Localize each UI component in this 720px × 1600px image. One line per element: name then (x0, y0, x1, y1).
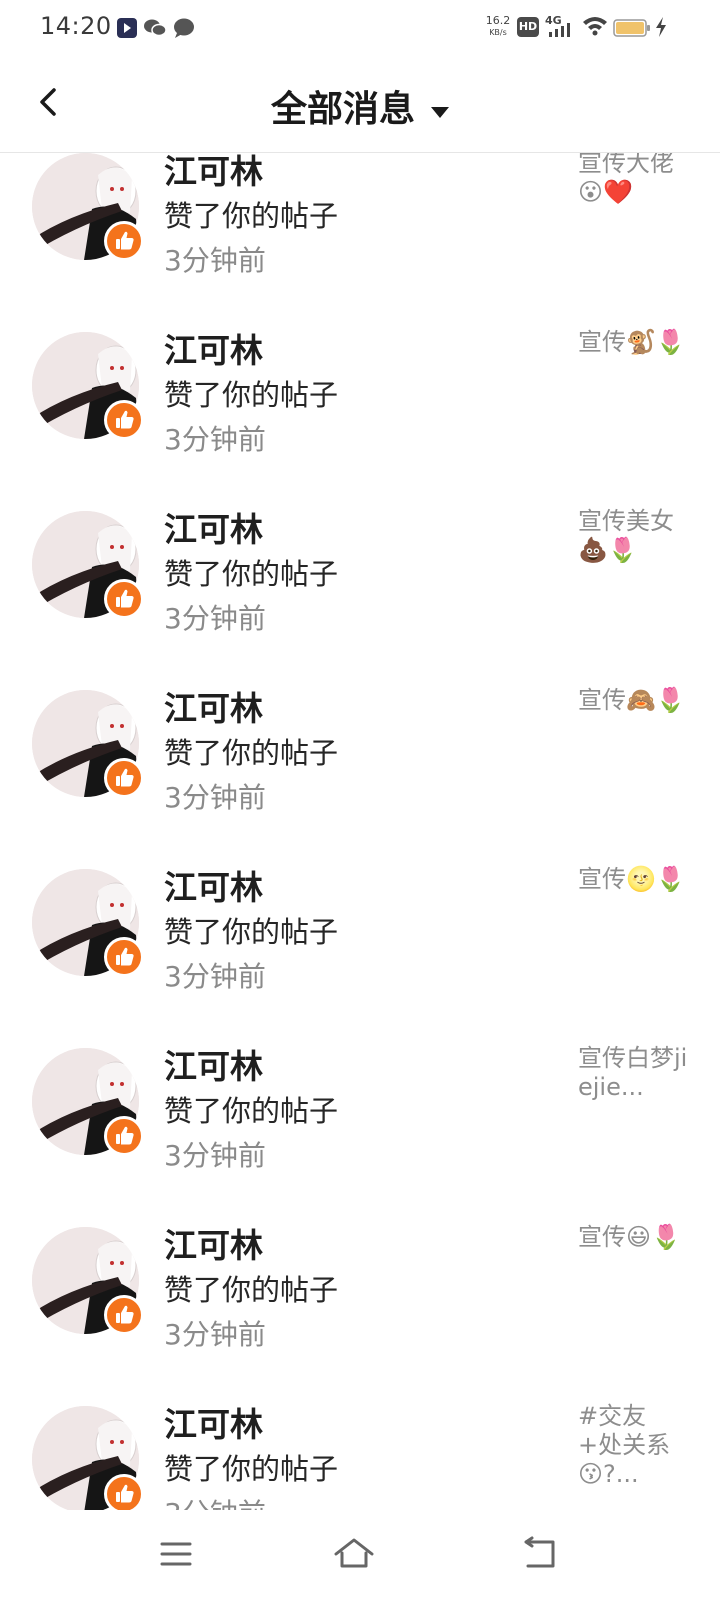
title-dropdown[interactable]: 全部消息 (0, 80, 720, 132)
wechat-icon (143, 17, 167, 43)
timestamp: 3分钟前 (164, 423, 266, 456)
thumbs-up-icon (116, 768, 134, 787)
action-text: 赞了你的帖子 (164, 915, 339, 949)
thumbs-up-icon (116, 1305, 134, 1324)
sender-name[interactable]: 江可林 (164, 861, 263, 909)
action-text: 赞了你的帖子 (164, 736, 339, 770)
timestamp: 3分钟前 (164, 781, 266, 814)
battery-icon (613, 18, 651, 42)
caret-down-icon (431, 107, 449, 118)
home-icon (334, 1538, 374, 1568)
status-time: 14:20 (40, 12, 112, 40)
page-title: 全部消息 (270, 89, 415, 130)
thumbs-up-icon (116, 589, 134, 608)
timestamp: 3分钟前 (164, 244, 266, 277)
action-text: 赞了你的帖子 (164, 199, 339, 233)
like-badge (104, 1295, 144, 1335)
notification-item[interactable]: 江可林 赞了你的帖子 3分钟前 宣传😃🌷 (0, 1183, 720, 1362)
action-text: 赞了你的帖子 (164, 1452, 339, 1486)
video-app-icon (116, 17, 138, 43)
sender-name[interactable]: 江可林 (164, 503, 263, 551)
thumbs-up-icon (116, 1126, 134, 1145)
wifi-icon (582, 15, 608, 41)
like-badge (104, 937, 144, 977)
action-text: 赞了你的帖子 (164, 1273, 339, 1307)
back-nav-icon (524, 1536, 555, 1568)
hd-icon: HD (517, 17, 539, 37)
post-preview[interactable]: 宣传🙈🌷 (578, 686, 688, 715)
sender-name[interactable]: 江可林 (164, 1398, 263, 1446)
status-bar: 14:20 16.2 KB/s HD 4G (0, 0, 720, 56)
timestamp: 3分钟前 (164, 1318, 266, 1351)
thumbs-up-icon (116, 410, 134, 429)
action-text: 赞了你的帖子 (164, 1094, 339, 1128)
back-nav-button[interactable] (512, 1526, 568, 1582)
sender-name[interactable]: 江可林 (164, 682, 263, 730)
notification-list[interactable]: 江可林 赞了你的帖子 3分钟前 宣传大佬😮❤️ 江可林 赞了你的帖子 3分钟前 (0, 153, 720, 1510)
chat-bubble-icon (172, 17, 196, 43)
system-navigation-bar (0, 1510, 720, 1600)
network-speed: 16.2 KB/s (484, 15, 512, 38)
post-preview[interactable]: 宣传大佬😮❤️ (578, 153, 688, 207)
network-speed-unit: KB/s (489, 28, 507, 37)
action-text: 赞了你的帖子 (164, 378, 339, 412)
like-badge (104, 758, 144, 798)
menu-button[interactable] (148, 1526, 204, 1582)
notification-item[interactable]: 江可林 赞了你的帖子 3分钟前 宣传🙈🌷 (0, 646, 720, 825)
sender-name[interactable]: 江可林 (164, 1219, 263, 1267)
notification-item[interactable]: 江可林 赞了你的帖子 3分钟前 宣传🌝🌷 (0, 825, 720, 1004)
notification-item[interactable]: 江可林 赞了你的帖子 3分钟前 #交友+处关系😗?... (0, 1362, 720, 1510)
action-text: 赞了你的帖子 (164, 557, 339, 591)
like-badge (104, 1474, 144, 1510)
notification-item[interactable]: 江可林 赞了你的帖子 3分钟前 宣传大佬😮❤️ (0, 153, 720, 288)
notification-item[interactable]: 江可林 赞了你的帖子 3分钟前 宣传美女💩🌷 (0, 467, 720, 646)
like-badge (104, 400, 144, 440)
post-preview[interactable]: 宣传🌝🌷 (578, 865, 688, 894)
timestamp: 3分钟前 (164, 1492, 266, 1510)
post-preview[interactable]: 宣传🐒🌷 (578, 328, 688, 357)
timestamp: 3分钟前 (164, 960, 266, 993)
post-preview[interactable]: 宣传😃🌷 (578, 1223, 688, 1252)
thumbs-up-icon (116, 947, 134, 966)
like-badge (104, 1116, 144, 1156)
sender-name[interactable]: 江可林 (164, 1040, 263, 1088)
menu-icon (160, 1542, 192, 1566)
notification-item[interactable]: 江可林 赞了你的帖子 3分钟前 宣传白梦jiejie... (0, 1004, 720, 1183)
timestamp: 3分钟前 (164, 1139, 266, 1172)
sender-name[interactable]: 江可林 (164, 324, 263, 372)
notification-item[interactable]: 江可林 赞了你的帖子 3分钟前 宣传🐒🌷 (0, 288, 720, 467)
sender-name[interactable]: 江可林 (164, 153, 263, 193)
post-preview[interactable]: #交友+处关系😗?... (578, 1402, 688, 1489)
charging-icon (654, 16, 668, 42)
timestamp: 3分钟前 (164, 602, 266, 635)
header: 全部消息 (0, 56, 720, 153)
like-badge (104, 221, 144, 261)
like-badge (104, 579, 144, 619)
post-preview[interactable]: 宣传美女💩🌷 (578, 507, 688, 565)
thumbs-up-icon (116, 1484, 134, 1503)
home-button[interactable] (326, 1526, 382, 1582)
thumbs-up-icon (116, 231, 134, 250)
network-speed-value: 16.2 (485, 14, 511, 27)
post-preview[interactable]: 宣传白梦jiejie... (578, 1044, 688, 1102)
